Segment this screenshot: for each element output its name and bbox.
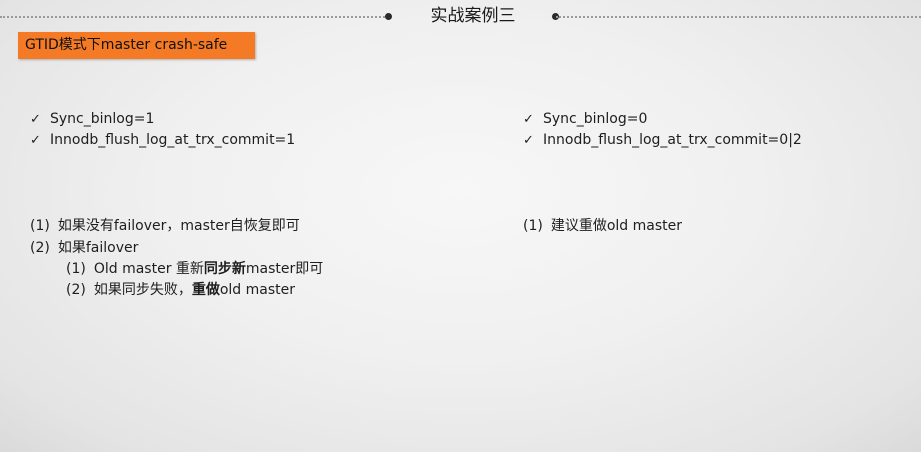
substep-item: (1) Old master 重新同步新master即可 — [30, 259, 323, 280]
substep-text-bold: 重做 — [191, 282, 220, 298]
title-dotted-line-left — [0, 16, 385, 18]
step-item: (1) 建议重做old master — [523, 215, 682, 237]
substep-text: Old master 重新 — [93, 261, 204, 277]
page-title: 实战案例三 — [430, 6, 516, 26]
list-item: ✓ Innodb_flush_log_at_trx_commit=1 — [30, 130, 295, 151]
check-icon: ✓ — [30, 133, 41, 148]
check-icon: ✓ — [30, 112, 41, 127]
list-item: ✓ Sync_binlog=0 — [523, 109, 802, 130]
step-item: (1) 如果没有failover，master自恢复即可 — [30, 215, 323, 237]
right-config-list: ✓ Sync_binlog=0 ✓ Innodb_flush_log_at_trx_… — [523, 109, 802, 151]
title-dot-left — [385, 13, 392, 20]
step-text: 如果failover — [57, 240, 139, 256]
config-line: Sync_binlog=0 — [543, 111, 648, 127]
list-item: ✓ Innodb_flush_log_at_trx_commit=0|2 — [523, 130, 802, 151]
left-steps: (1) 如果没有failover，master自恢复即可 (2) 如果failove… — [30, 215, 323, 301]
step-number: (2) — [30, 240, 50, 256]
config-line: Innodb_flush_log_at_trx_commit=0|2 — [543, 132, 802, 148]
substep-text: old master — [219, 282, 296, 298]
config-line: Innodb_flush_log_at_trx_commit=1 — [50, 132, 296, 148]
substep-number: (1) — [66, 261, 86, 277]
substep-number: (2) — [66, 282, 86, 298]
title-bar: 实战案例三 — [0, 4, 921, 28]
config-line: Sync_binlog=1 — [50, 111, 155, 127]
section-tag: GTID模式下master crash-safe — [18, 32, 255, 59]
step-text: 如果没有failover，master自恢复即可 — [57, 218, 300, 234]
substep-item: (2) 如果同步失败，重做old master — [30, 280, 323, 301]
step-text: 建议重做old master — [550, 218, 683, 234]
check-icon: ✓ — [523, 112, 534, 127]
substep-text-bold: 同步新 — [203, 261, 246, 277]
substep-text: master即可 — [245, 261, 324, 277]
step-number: (1) — [523, 218, 543, 234]
list-item: ✓ Sync_binlog=1 — [30, 109, 295, 130]
left-config-list: ✓ Sync_binlog=1 ✓ Innodb_flush_log_at_trx_… — [30, 109, 295, 151]
substep-text: 如果同步失败， — [93, 282, 192, 298]
step-item: (2) 如果failover — [30, 237, 323, 259]
step-number: (1) — [30, 218, 50, 234]
title-dotted-line-right — [556, 16, 921, 18]
check-icon: ✓ — [523, 133, 534, 148]
right-steps: (1) 建议重做old master — [523, 215, 682, 237]
